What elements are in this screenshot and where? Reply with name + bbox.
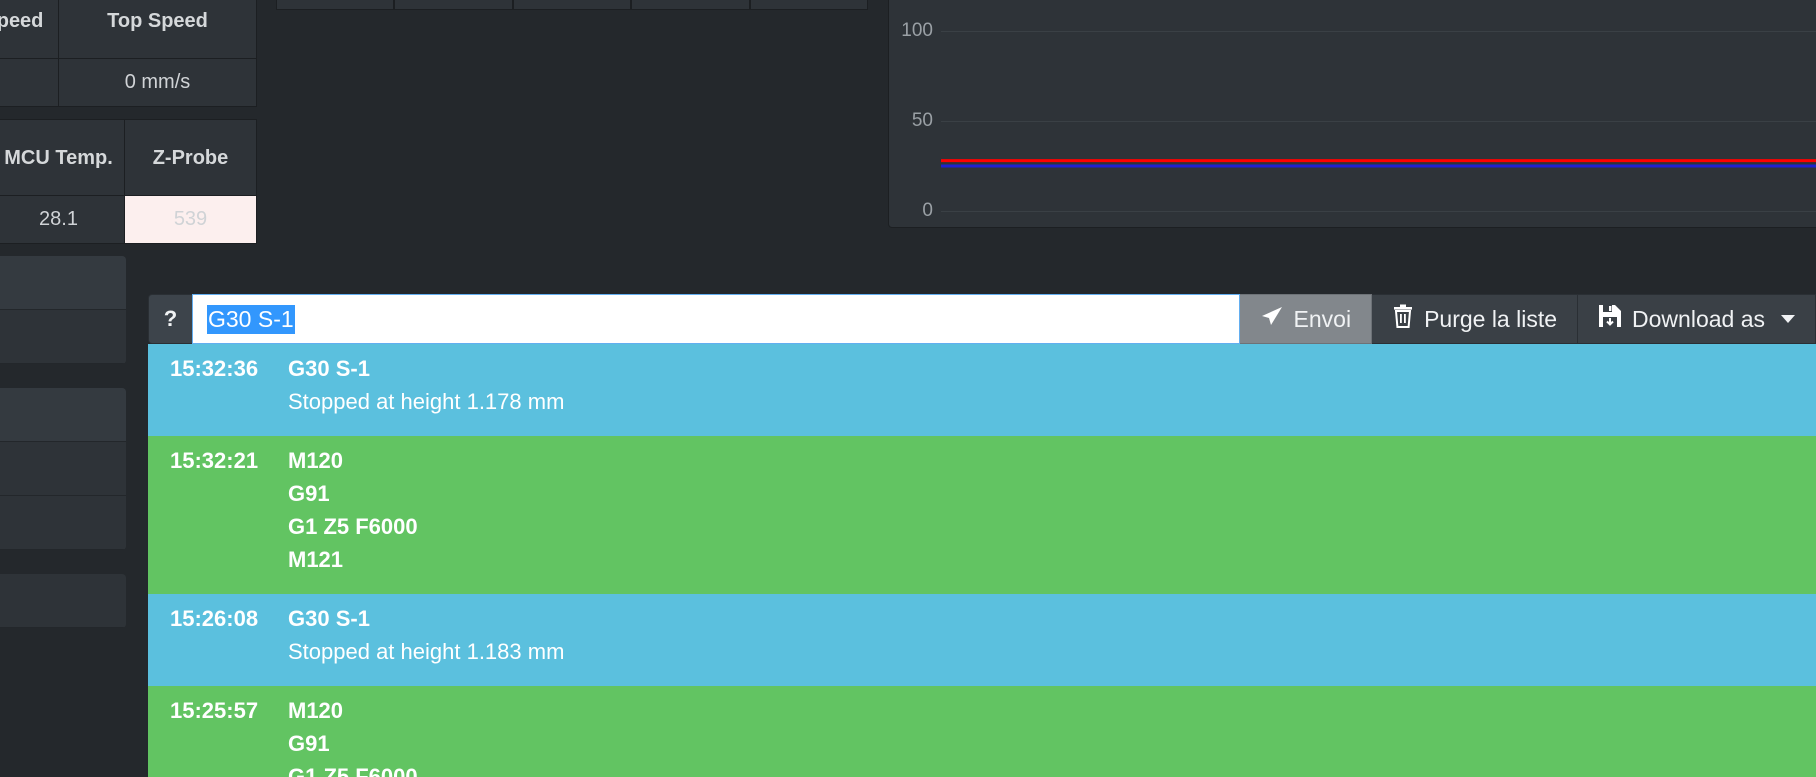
log-entry-line: M121 <box>288 546 344 572</box>
sidebar-item-code-2[interactable]: Code <box>0 442 126 496</box>
log-entry-line: M120 <box>288 697 344 723</box>
log-entry-line: G1 Z5 F6000 <box>288 513 418 539</box>
log-entry: 15:25:57M120G91G1 Z5 F6000M121 <box>148 685 1816 777</box>
log-entry-line: M120 <box>288 447 344 473</box>
log-entry-body: M120G91G1 Z5 F6000M121 <box>288 698 1816 777</box>
log-entry: 15:32:36 G30 S-1 Stopped at height 1.178 m… <box>148 344 1816 436</box>
console-log-list[interactable]: 15:32:36 G30 S-1 Stopped at height 1.178 m… <box>148 344 1816 777</box>
send-button[interactable]: Envoi <box>1239 294 1373 344</box>
sidebar-item-blank-2[interactable] <box>0 496 126 550</box>
chart-plot-area: 050100150 <box>889 0 1816 227</box>
log-gutter <box>126 344 148 777</box>
table-header-row: Requested Speed Top Speed <box>0 0 257 59</box>
clear-list-button[interactable]: Purge la liste <box>1372 294 1579 344</box>
table-row: 0 mm/s 0 mm/s <box>0 58 257 107</box>
log-entry: 15:32:21 M120 G91 G1 Z5 F6000 M121 <box>148 435 1816 594</box>
log-entry-time: 15:25:57 <box>170 697 259 723</box>
sidebar-item-machine[interactable]: Machine <box>0 256 126 310</box>
log-entry: 15:26:08 G30 S-1 Stopped at height 1.183 m… <box>148 593 1816 686</box>
sidebar-group-machine: Machine <box>0 256 126 364</box>
help-button[interactable]: ? <box>148 294 192 344</box>
top-table-cell <box>749 0 869 10</box>
top-table-strip <box>276 0 869 10</box>
log-entry-line: G91 <box>288 730 330 756</box>
sidebar-group-extra <box>0 574 126 628</box>
log-entry-time: 15:32:21 <box>170 447 259 473</box>
column-header-requested-speed: Requested Speed <box>0 0 59 59</box>
temperature-chart-panel[interactable]: 050100150 <box>888 0 1816 228</box>
value-requested-speed: 0 mm/s <box>0 58 59 107</box>
clear-list-label: Purge la liste <box>1424 305 1558 332</box>
send-button-label: Envoi <box>1293 305 1352 332</box>
sidebar: Machine Code Code <box>0 256 126 652</box>
log-entry-body: G30 S-1 Stopped at height 1.178 mm <box>288 356 1816 422</box>
download-as-label: Download as <box>1632 305 1765 332</box>
machine-status-panel: Requested Speed Top Speed 0 mm/s 0 mm/s … <box>0 0 257 244</box>
log-entry-line: G30 S-1 <box>288 356 370 381</box>
table-header-row: Vin MCU Temp. Z-Probe <box>0 119 257 196</box>
sidebar-item-blank-1[interactable] <box>0 310 126 364</box>
value-z-probe: 539 <box>124 195 257 244</box>
speed-table: Requested Speed Top Speed 0 mm/s 0 mm/s <box>0 0 257 107</box>
chart-series-layer <box>941 159 1816 168</box>
log-entry-line: G91 <box>288 480 330 506</box>
save-disk-icon <box>1598 304 1622 334</box>
trash-icon <box>1392 304 1414 334</box>
download-as-button[interactable]: Download as <box>1578 294 1816 344</box>
send-icon <box>1260 304 1284 334</box>
top-table-cell <box>631 0 750 10</box>
gcode-input[interactable]: G30 S-1 <box>192 294 1240 344</box>
top-table-cell <box>512 0 632 10</box>
sidebar-item-code-1[interactable]: Code <box>0 388 126 442</box>
log-entry-body: M120 G91 G1 Z5 F6000 M121 <box>288 448 1816 580</box>
log-entry-time: 15:32:36 <box>170 356 259 381</box>
chart-y-tick-label: 100 <box>901 20 933 41</box>
log-entry-line: Stopped at height 1.178 mm <box>288 388 565 414</box>
table-row: 23.9 V 28.1 539 <box>0 195 257 244</box>
top-table-cell <box>276 0 395 10</box>
log-entry-time: 15:26:08 <box>170 605 259 631</box>
log-entry-line: Stopped at height 1.183 mm <box>288 638 565 664</box>
column-header-mcu-temp: MCU Temp. <box>0 119 125 196</box>
chart-y-tick-label: 0 <box>922 200 933 221</box>
sidebar-item-blank-3[interactable] <box>0 574 126 628</box>
log-entry-body: G30 S-1 Stopped at height 1.183 mm <box>288 606 1816 672</box>
column-header-z-probe: Z-Probe <box>124 119 257 196</box>
log-entry-line: G1 Z5 F6000 <box>288 763 418 777</box>
top-table-cell <box>394 0 513 10</box>
sidebar-group-code: Code Code <box>0 388 126 550</box>
console-toolbar: ? G30 S-1 Envoi Purge la liste Download … <box>148 294 1816 344</box>
log-entry-line: G30 S-1 <box>288 605 370 631</box>
app-root: Requested Speed Top Speed 0 mm/s 0 mm/s … <box>0 0 1816 777</box>
vin-table: Vin MCU Temp. Z-Probe 23.9 V 28.1 539 <box>0 119 257 244</box>
chart-y-tick-label: 50 <box>911 110 933 131</box>
chevron-down-icon <box>1781 315 1795 323</box>
value-mcu-temp: 28.1 <box>0 195 125 244</box>
value-top-speed: 0 mm/s <box>58 58 257 107</box>
column-header-top-speed: Top Speed <box>58 0 257 59</box>
gcode-input-value: G30 S-1 <box>207 304 295 334</box>
